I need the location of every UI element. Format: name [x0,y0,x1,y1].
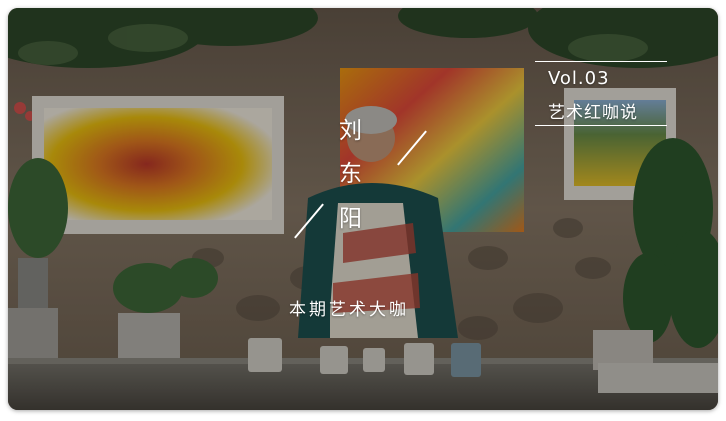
artist-name-char-1: 刘 [339,118,362,144]
banner-card: Vol.03 艺术红咖说 刘 东 阳 本期艺术大咖 [8,8,718,410]
artist-name-char-2: 东 [339,161,362,187]
top-divider [535,61,667,62]
dark-overlay [8,8,718,410]
column-title: 艺术红咖说 [548,103,638,123]
bottom-divider [535,125,667,126]
featured-artist-caption: 本期艺术大咖 [289,300,409,320]
artist-name-char-3: 阳 [339,206,362,232]
volume-label: Vol.03 [548,68,610,89]
